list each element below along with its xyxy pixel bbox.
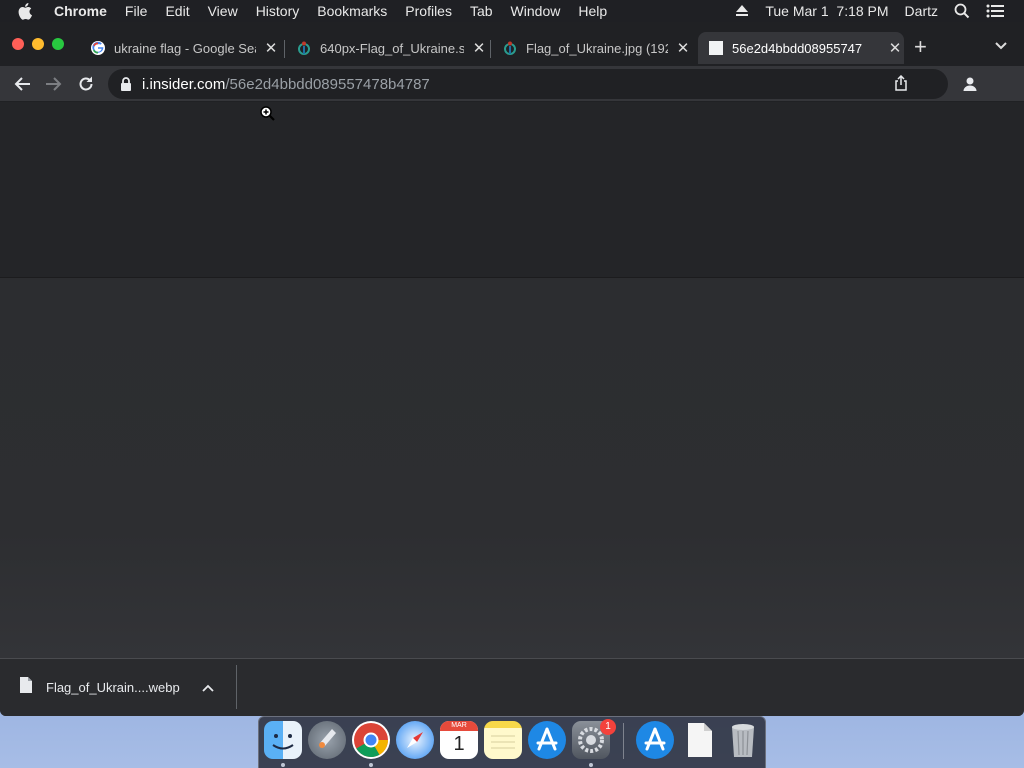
tab-google-search[interactable]: ukraine flag - Google Sea ✕ [80, 32, 280, 64]
lock-icon[interactable] [120, 77, 132, 91]
wikimedia-icon [296, 40, 312, 56]
tab-flag-jpg[interactable]: Flag_of_Ukraine.jpg (192 ✕ [492, 32, 692, 64]
tab-close-icon[interactable]: ✕ [262, 39, 280, 57]
menu-help[interactable]: Help [578, 3, 607, 19]
tab-strip: ukraine flag - Google Sea ✕ 640px-Flag_o… [0, 22, 1024, 66]
spotlight-search-icon[interactable] [954, 3, 970, 19]
back-button[interactable] [12, 74, 32, 94]
forward-button[interactable] [44, 74, 64, 94]
menu-edit[interactable]: Edit [165, 3, 189, 19]
trash-icon[interactable] [724, 721, 762, 759]
profile-avatar-icon[interactable] [958, 72, 982, 96]
reload-button[interactable] [76, 74, 96, 94]
page-content[interactable] [0, 102, 1024, 658]
close-window-button[interactable] [12, 38, 24, 50]
zoom-window-button[interactable] [52, 38, 64, 50]
running-indicator [589, 763, 593, 767]
tab-640px-flag[interactable]: 640px-Flag_of_Ukraine.s ✕ [286, 32, 488, 64]
minimize-window-button[interactable] [32, 38, 44, 50]
tab-title: Flag_of_Ukraine.jpg (192 [526, 40, 668, 56]
download-shelf: Flag_of_Ukrain....webp [0, 658, 1024, 716]
tab-separator [490, 40, 491, 58]
share-icon[interactable] [894, 74, 908, 95]
dock-separator [623, 723, 624, 759]
notification-center-icon[interactable] [986, 4, 1004, 18]
blank-page-icon [708, 40, 724, 56]
app-store-icon[interactable] [636, 721, 674, 759]
running-indicator [369, 763, 373, 767]
tab-close-icon[interactable]: ✕ [470, 39, 488, 57]
back-arrow-icon [14, 77, 30, 91]
menu-window[interactable]: Window [511, 3, 561, 19]
menu-bookmarks[interactable]: Bookmarks [317, 3, 387, 19]
tab-title: 56e2d4bbdd08955747 [732, 40, 863, 56]
url-path: /56e2d4bbdd089557478b4787 [225, 75, 430, 93]
user-name[interactable]: Dartz [905, 3, 938, 19]
notes-icon[interactable] [484, 721, 522, 759]
apple-icon[interactable] [18, 2, 42, 20]
notification-badge: 1 [600, 719, 616, 735]
tab-title: ukraine flag - Google Sea [114, 40, 256, 56]
image-edge [0, 277, 1024, 278]
url-domain: i.insider.com [142, 75, 226, 93]
launchpad-icon[interactable] [308, 721, 346, 759]
browser-toolbar: i.insider.com /56e2d4bbdd089557478b4787 [0, 66, 1024, 102]
macos-menu-bar: Chrome File Edit View History Bookmarks … [0, 0, 1024, 22]
chevron-up-icon[interactable] [202, 684, 214, 692]
calendar-day: 1 [453, 733, 465, 755]
menu-app-name[interactable]: Chrome [54, 3, 107, 19]
chrome-window: ukraine flag - Google Sea ✕ 640px-Flag_o… [0, 22, 1024, 716]
menu-view[interactable]: View [208, 3, 238, 19]
clock[interactable]: Tue Mar 1 7:18 PM [765, 3, 888, 19]
file-icon [20, 677, 32, 698]
download-item[interactable]: Flag_of_Ukrain....webp [20, 677, 214, 698]
calendar-month: MAR [440, 721, 478, 731]
chrome-icon[interactable] [352, 721, 390, 759]
menu-history[interactable]: History [256, 3, 300, 19]
forward-arrow-icon [46, 77, 62, 91]
app-store-icon[interactable] [528, 721, 566, 759]
menu-profiles[interactable]: Profiles [405, 3, 452, 19]
tab-close-icon[interactable]: ✕ [886, 39, 904, 57]
menu-file[interactable]: File [125, 3, 148, 19]
finder-icon[interactable] [264, 721, 302, 759]
address-bar[interactable]: i.insider.com /56e2d4bbdd089557478b4787 [108, 69, 948, 99]
download-separator [236, 665, 237, 709]
safari-icon[interactable] [396, 721, 434, 759]
system-preferences-icon[interactable]: 1 [572, 719, 616, 759]
running-indicator [281, 763, 285, 767]
wikimedia-icon [502, 40, 518, 56]
tab-title: 640px-Flag_of_Ukraine.s [320, 40, 464, 56]
tab-close-icon[interactable]: ✕ [674, 39, 692, 57]
document-icon[interactable] [680, 721, 718, 759]
new-tab-button[interactable]: + [914, 36, 927, 58]
window-controls [12, 38, 72, 50]
google-icon [90, 40, 106, 56]
eject-icon[interactable] [735, 5, 749, 17]
menu-tab[interactable]: Tab [470, 3, 493, 19]
tab-separator [284, 40, 285, 58]
download-filename: Flag_of_Ukrain....webp [46, 680, 180, 695]
tab-search-chevron-icon[interactable] [994, 38, 1008, 56]
macos-dock: MAR 1 1 [258, 716, 766, 768]
reload-icon [79, 76, 93, 91]
tab-insider-image[interactable]: 56e2d4bbdd08955747 ✕ [698, 32, 904, 64]
calendar-icon[interactable]: MAR 1 [440, 721, 478, 759]
zoom-in-cursor-icon [260, 106, 276, 127]
